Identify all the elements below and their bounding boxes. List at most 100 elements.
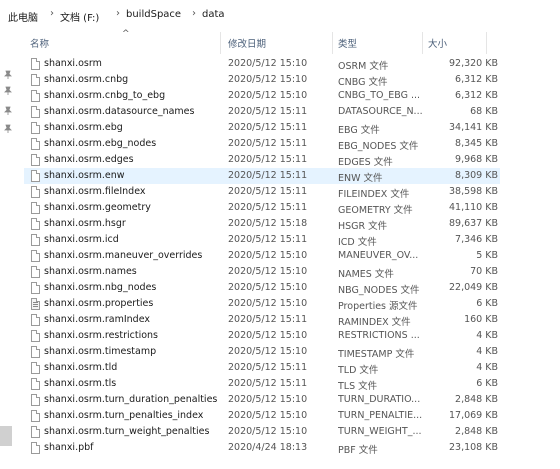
file-row[interactable]: shanxi.osrm.turn_duration_penalties 2020/… <box>24 392 500 408</box>
file-row[interactable]: shanxi.osrm.tld 2020/5/12 15:11 TLD 文件 4 KB <box>24 360 500 376</box>
file-date-modified: 2020/5/12 15:11 <box>228 122 308 133</box>
pin-icon[interactable] <box>3 106 13 116</box>
file-name: shanxi.osrm.names <box>44 266 137 277</box>
file-row[interactable]: shanxi.osrm.maneuver_overrides 2020/5/12 … <box>24 248 500 264</box>
column-divider[interactable] <box>220 32 221 54</box>
file-row[interactable]: shanxi.osrm.nbg_nodes 2020/5/12 15:10 NBG_… <box>24 280 500 296</box>
column-name[interactable]: 名称 <box>30 36 49 50</box>
file-icon <box>31 282 40 294</box>
column-divider[interactable] <box>332 32 333 54</box>
file-date-modified: 2020/5/12 15:10 <box>228 410 308 421</box>
file-row[interactable]: shanxi.pbf 2020/4/24 18:13 PBF 文件 23,108 KB <box>24 440 500 456</box>
file-row[interactable]: shanxi.osrm.enw 2020/5/12 15:11 ENW 文件 8,30… <box>24 168 500 184</box>
file-date-modified: 2020/5/12 15:10 <box>228 266 308 277</box>
breadcrumb-this-pc[interactable]: 此电脑 <box>8 9 38 24</box>
file-type: TLD 文件 <box>338 365 379 376</box>
file-row[interactable]: shanxi.osrm.turn_penalties_index 2020/5/1… <box>24 408 500 424</box>
file-row[interactable]: shanxi.osrm.properties 2020/5/12 15:10 Pro… <box>24 296 500 312</box>
file-name: shanxi.osrm.restrictions <box>44 330 158 341</box>
file-size: 17,069 KB <box>448 410 498 421</box>
file-icon <box>31 154 40 166</box>
file-row[interactable]: shanxi.osrm.tls 2020/5/12 15:11 TLS 文件 6 KB <box>24 376 500 392</box>
file-date-modified: 2020/5/12 15:10 <box>228 394 308 405</box>
file-size: 92,320 KB <box>448 58 498 69</box>
file-size: 6,312 KB <box>455 74 498 85</box>
column-divider[interactable] <box>422 32 423 54</box>
file-type: TIMESTAMP 文件 <box>338 349 415 360</box>
pin-icon[interactable] <box>3 86 13 96</box>
file-icon <box>31 314 40 326</box>
file-name: shanxi.osrm.geometry <box>44 202 151 213</box>
column-size[interactable]: 大小 <box>428 36 447 50</box>
file-size: 34,141 KB <box>448 122 498 133</box>
file-type: ICD 文件 <box>338 237 377 248</box>
file-name: shanxi.osrm.timestamp <box>44 346 157 357</box>
file-icon <box>31 362 40 374</box>
file-row[interactable]: shanxi.osrm.ramIndex 2020/5/12 15:11 RAMIN… <box>24 312 500 328</box>
nav-scrollbar-thumb[interactable] <box>0 426 12 446</box>
breadcrumb-drive-f[interactable]: 文档 (F:) <box>60 9 99 24</box>
file-icon <box>31 218 40 230</box>
file-type: CNBG_TO_EBG ... <box>338 90 421 101</box>
file-name: shanxi.osrm.enw <box>44 170 125 181</box>
file-row[interactable]: shanxi.osrm.icd 2020/5/12 15:11 ICD 文件 7,34… <box>24 232 500 248</box>
file-icon <box>31 426 40 438</box>
file-date-modified: 2020/4/24 18:13 <box>228 442 308 453</box>
file-row[interactable]: shanxi.osrm.edges 2020/5/12 15:11 EDGES 文件… <box>24 152 500 168</box>
file-row[interactable]: shanxi.osrm.cnbg 2020/5/12 15:10 CNBG 文件 6,… <box>24 72 500 88</box>
file-icon <box>31 378 40 390</box>
file-type: NAMES 文件 <box>338 269 394 280</box>
address-bar[interactable]: 此电脑 › 文档 (F:) › buildSpace › data <box>0 0 560 31</box>
column-header: ^ 名称 修改日期 类型 大小 <box>18 29 560 54</box>
file-row[interactable]: shanxi.osrm.hsgr 2020/5/12 15:18 HSGR 文件 89… <box>24 216 500 232</box>
file-row[interactable]: shanxi.osrm.restrictions 2020/5/12 15:10 R… <box>24 328 500 344</box>
file-size: 4 KB <box>476 362 498 373</box>
file-name: shanxi.osrm.maneuver_overrides <box>44 250 203 261</box>
file-row[interactable]: shanxi.osrm.ebg_nodes 2020/5/12 15:11 EBG_… <box>24 136 500 152</box>
file-type: EDGES 文件 <box>338 157 393 168</box>
breadcrumb-separator[interactable]: › <box>50 8 54 19</box>
file-icon <box>31 410 40 422</box>
file-row[interactable]: shanxi.osrm.cnbg_to_ebg 2020/5/12 15:10 CN… <box>24 88 500 104</box>
file-icon <box>31 442 40 454</box>
breadcrumb-separator[interactable]: › <box>192 8 196 19</box>
file-row[interactable]: shanxi.osrm.datasource_names 2020/5/12 15… <box>24 104 500 120</box>
file-icon <box>31 234 40 246</box>
file-icon <box>31 58 40 70</box>
file-name: shanxi.pbf <box>44 442 94 453</box>
file-date-modified: 2020/5/12 15:10 <box>228 58 308 69</box>
file-row[interactable]: shanxi.osrm 2020/5/12 15:10 OSRM 文件 92,320 … <box>24 56 500 72</box>
file-name: shanxi.osrm.turn_weight_penalties <box>44 426 210 437</box>
file-row[interactable]: shanxi.osrm.geometry 2020/5/12 15:11 GEOME… <box>24 200 500 216</box>
file-icon <box>31 330 40 342</box>
file-list: shanxi.osrm 2020/5/12 15:10 OSRM 文件 92,320 … <box>18 56 560 469</box>
file-row[interactable]: shanxi.osrm.timestamp 2020/5/12 15:10 TIME… <box>24 344 500 360</box>
file-type: RAMINDEX 文件 <box>338 317 411 328</box>
file-type: NBG_NODES 文件 <box>338 285 420 296</box>
file-date-modified: 2020/5/12 15:10 <box>228 282 308 293</box>
breadcrumb-data[interactable]: data <box>202 9 225 20</box>
column-type[interactable]: 类型 <box>338 36 357 50</box>
pin-icon[interactable] <box>3 124 13 134</box>
file-name: shanxi.osrm.hsgr <box>44 218 126 229</box>
file-row[interactable]: shanxi.osrm.ebg 2020/5/12 15:11 EBG 文件 34,1… <box>24 120 500 136</box>
file-date-modified: 2020/5/12 15:10 <box>228 330 308 341</box>
file-row[interactable]: shanxi.osrm.turn_weight_penalties 2020/5/… <box>24 424 500 440</box>
file-type: ENW 文件 <box>338 173 383 184</box>
file-size: 41,110 KB <box>448 202 498 213</box>
file-icon <box>31 250 40 262</box>
column-divider[interactable] <box>486 32 487 54</box>
file-type: EBG_NODES 文件 <box>338 141 419 152</box>
breadcrumb-separator[interactable]: › <box>116 8 120 19</box>
file-date-modified: 2020/5/12 15:11 <box>228 170 308 181</box>
file-row[interactable]: shanxi.osrm.fileIndex 2020/5/12 15:11 FILE… <box>24 184 500 200</box>
column-date-modified[interactable]: 修改日期 <box>228 36 266 50</box>
file-name: shanxi.osrm.edges <box>44 154 134 165</box>
pin-icon[interactable] <box>3 70 13 80</box>
file-row[interactable]: shanxi.osrm.names 2020/5/12 15:10 NAMES 文件… <box>24 264 500 280</box>
file-name: shanxi.osrm <box>44 58 102 69</box>
breadcrumb-buildspace[interactable]: buildSpace <box>126 9 181 20</box>
file-size: 9,968 KB <box>455 154 498 165</box>
file-name: shanxi.osrm.cnbg <box>44 74 129 85</box>
file-icon <box>31 346 40 358</box>
